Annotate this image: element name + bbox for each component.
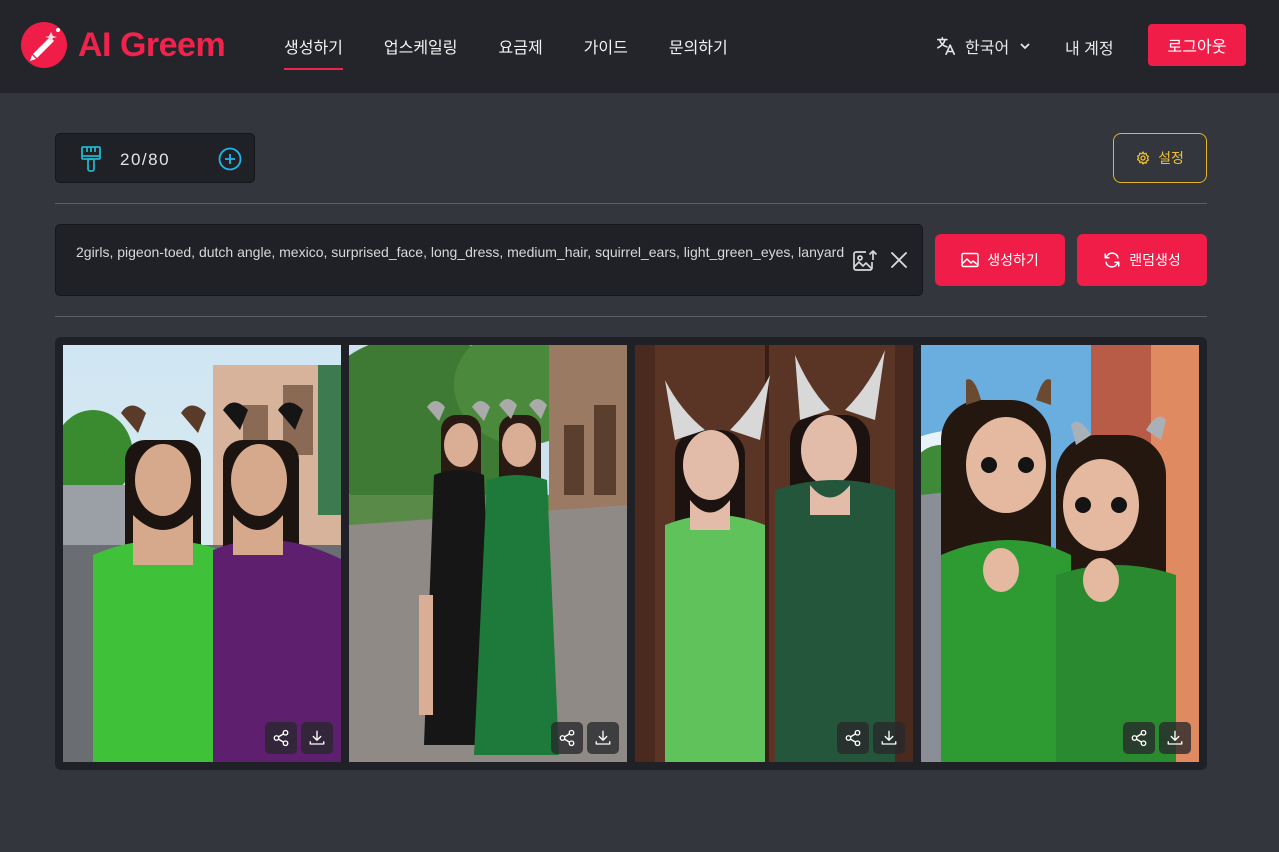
top-navbar: AI Greem 생성하기 업스케일링 요금제 가이드 문의하기 한국어 내 계…: [0, 0, 1279, 93]
image-icon: [961, 252, 979, 268]
prompt-text[interactable]: 2girls, pigeon-toed, dutch angle, mexico…: [76, 242, 846, 262]
image-content: [921, 345, 1199, 762]
share-button[interactable]: [837, 722, 869, 754]
language-label: 한국어: [965, 40, 1010, 57]
generated-image-4[interactable]: [921, 345, 1199, 762]
image-content: [635, 345, 913, 762]
generated-image-2[interactable]: [349, 345, 627, 762]
nav-item-upscaling[interactable]: 업스케일링: [384, 34, 458, 70]
image-content: [349, 345, 627, 762]
prompt-input[interactable]: 2girls, pigeon-toed, dutch angle, mexico…: [55, 224, 923, 296]
brand-name: AI Greem: [78, 25, 226, 64]
settings-label: 설정: [1158, 150, 1184, 166]
language-selector[interactable]: 한국어: [935, 34, 1039, 58]
download-icon: [881, 730, 897, 745]
share-icon: [273, 729, 289, 747]
nav-item-pricing[interactable]: 요금제: [499, 34, 543, 70]
credit-count: 20/80: [120, 150, 171, 169]
logo[interactable]: AI Greem: [20, 20, 226, 70]
share-icon: [1131, 729, 1147, 747]
share-button[interactable]: [265, 722, 297, 754]
image-upload-icon[interactable]: [852, 249, 878, 273]
refresh-icon: [1104, 252, 1120, 268]
add-credit-icon[interactable]: [218, 147, 242, 171]
divider: [55, 203, 1207, 204]
image-gallery: [55, 337, 1207, 770]
download-button[interactable]: [1159, 722, 1191, 754]
my-account-link[interactable]: 내 계정: [1065, 35, 1114, 59]
translate-icon: [936, 36, 956, 56]
main-nav: 생성하기 업스케일링 요금제 가이드 문의하기: [284, 34, 769, 70]
settings-button[interactable]: 설정: [1113, 133, 1207, 183]
random-generate-label: 랜덤생성: [1129, 252, 1181, 268]
brush-icon: [81, 146, 101, 172]
share-button[interactable]: [551, 722, 583, 754]
download-button[interactable]: [301, 722, 333, 754]
download-icon: [595, 730, 611, 745]
share-icon: [845, 729, 861, 747]
image-content: [63, 345, 341, 762]
share-button[interactable]: [1123, 722, 1155, 754]
nav-item-generate[interactable]: 생성하기: [284, 34, 343, 70]
divider: [55, 316, 1207, 317]
nav-item-contact[interactable]: 문의하기: [669, 34, 728, 70]
random-generate-button[interactable]: 랜덤생성: [1077, 234, 1207, 286]
share-icon: [559, 729, 575, 747]
nav-item-guide[interactable]: 가이드: [584, 34, 628, 70]
download-icon: [1167, 730, 1183, 745]
download-button[interactable]: [587, 722, 619, 754]
chevron-down-icon: [1020, 43, 1030, 50]
generated-image-1[interactable]: [63, 345, 341, 762]
logout-button[interactable]: 로그아웃: [1148, 24, 1246, 66]
download-icon: [309, 730, 325, 745]
gear-icon: [1136, 151, 1150, 165]
credit-counter: 20/80: [55, 133, 255, 183]
logo-icon: [21, 22, 67, 68]
generate-label: 생성하기: [987, 252, 1039, 268]
generated-image-3[interactable]: [635, 345, 913, 762]
generate-button[interactable]: 생성하기: [935, 234, 1065, 286]
clear-icon[interactable]: [890, 251, 908, 269]
download-button[interactable]: [873, 722, 905, 754]
